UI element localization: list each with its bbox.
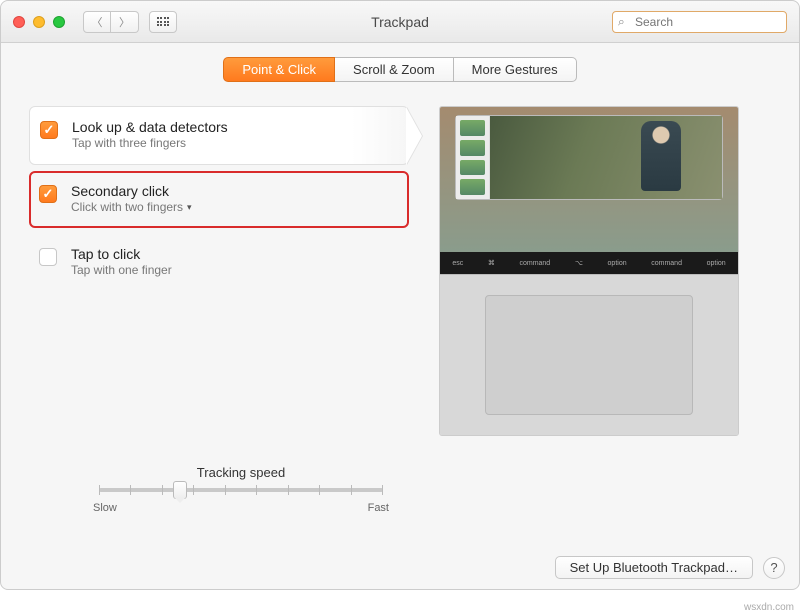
minimize-icon[interactable] xyxy=(33,16,45,28)
option-text: Secondary click Click with two fingers ▾ xyxy=(71,183,192,214)
tracking-speed-slider[interactable] xyxy=(99,488,383,492)
preferences-window: 〈 〉 Trackpad ⌕ Point & Click Scroll & Zo… xyxy=(0,0,800,590)
touchbar-key: ⌘ xyxy=(488,259,495,267)
search-container: ⌕ xyxy=(612,11,787,33)
tab-bar: Point & Click Scroll & Zoom More Gesture… xyxy=(1,57,799,82)
help-button[interactable]: ? xyxy=(763,557,785,579)
window-title: Trackpad xyxy=(371,14,429,30)
preview-thumb xyxy=(460,120,485,136)
slider-max-label: Fast xyxy=(368,502,389,514)
chevron-down-icon: ▾ xyxy=(187,202,192,213)
option-subtitle: Tap with one finger xyxy=(71,263,172,277)
footer: Set Up Bluetooth Trackpad… ? xyxy=(555,556,785,579)
slider-ticks xyxy=(99,485,383,495)
option-subtitle: Click with two fingers xyxy=(71,200,183,214)
touchbar-key: esc xyxy=(452,260,463,267)
touchbar-key: option xyxy=(608,260,627,267)
close-icon[interactable] xyxy=(13,16,25,28)
options-list: Look up & data detectors Tap with three … xyxy=(29,106,409,436)
content-area: Look up & data detectors Tap with three … xyxy=(1,82,799,436)
preview-screen xyxy=(440,107,738,252)
touchbar-key: command xyxy=(651,260,682,267)
option-title: Tap to click xyxy=(71,246,172,262)
option-look-up[interactable]: Look up & data detectors Tap with three … xyxy=(29,106,409,165)
watermark: wsxdn.com xyxy=(744,602,794,613)
checkbox-tap-to-click[interactable] xyxy=(39,248,57,266)
checkbox-look-up[interactable] xyxy=(40,121,58,139)
tab-more-gestures[interactable]: More Gestures xyxy=(453,57,577,82)
preview-sidebar xyxy=(456,116,490,199)
option-text: Tap to click Tap with one finger xyxy=(71,246,172,277)
touchbar-key: ⌥ xyxy=(575,259,583,267)
setup-bluetooth-button[interactable]: Set Up Bluetooth Trackpad… xyxy=(555,556,753,579)
preview-trackpad-surface xyxy=(485,295,694,415)
tab-point-and-click[interactable]: Point & Click xyxy=(223,57,335,82)
show-all-button[interactable] xyxy=(149,11,177,33)
option-secondary-click[interactable]: Secondary click Click with two fingers ▾ xyxy=(29,171,409,228)
checkbox-secondary-click[interactable] xyxy=(39,185,57,203)
option-subtitle: Tap with three fingers xyxy=(72,136,228,150)
option-title: Look up & data detectors xyxy=(72,119,228,135)
option-title: Secondary click xyxy=(71,183,192,199)
tracking-speed-control: Tracking speed Slow Fast xyxy=(91,465,391,514)
slider-end-labels: Slow Fast xyxy=(91,502,391,514)
option-tap-to-click[interactable]: Tap to click Tap with one finger xyxy=(29,234,409,291)
preview-thumb xyxy=(460,179,485,195)
preview-touchbar: esc ⌘ command ⌥ option command option xyxy=(440,252,738,274)
preview-window xyxy=(455,115,724,200)
titlebar: 〈 〉 Trackpad ⌕ xyxy=(1,1,799,43)
preview-person-icon xyxy=(641,121,681,191)
preview-thumb xyxy=(460,160,485,176)
zoom-icon[interactable] xyxy=(53,16,65,28)
touchbar-key: option xyxy=(707,260,726,267)
preview-thumb xyxy=(460,140,485,156)
preview-image xyxy=(490,116,723,199)
search-input[interactable] xyxy=(612,11,787,33)
slider-thumb[interactable] xyxy=(173,481,187,499)
option-subtitle-dropdown[interactable]: Click with two fingers ▾ xyxy=(71,200,192,214)
slider-min-label: Slow xyxy=(93,502,117,514)
back-button[interactable]: 〈 xyxy=(83,11,111,33)
forward-button[interactable]: 〉 xyxy=(111,11,139,33)
gesture-preview: esc ⌘ command ⌥ option command option xyxy=(439,106,739,436)
grid-icon xyxy=(157,17,170,26)
tracking-speed-label: Tracking speed xyxy=(91,465,391,480)
nav-buttons: 〈 〉 xyxy=(83,11,139,33)
window-controls xyxy=(13,16,65,28)
tab-scroll-and-zoom[interactable]: Scroll & Zoom xyxy=(335,57,453,82)
touchbar-key: command xyxy=(519,260,550,267)
preview-trackpad xyxy=(440,274,738,435)
option-text: Look up & data detectors Tap with three … xyxy=(72,119,228,150)
